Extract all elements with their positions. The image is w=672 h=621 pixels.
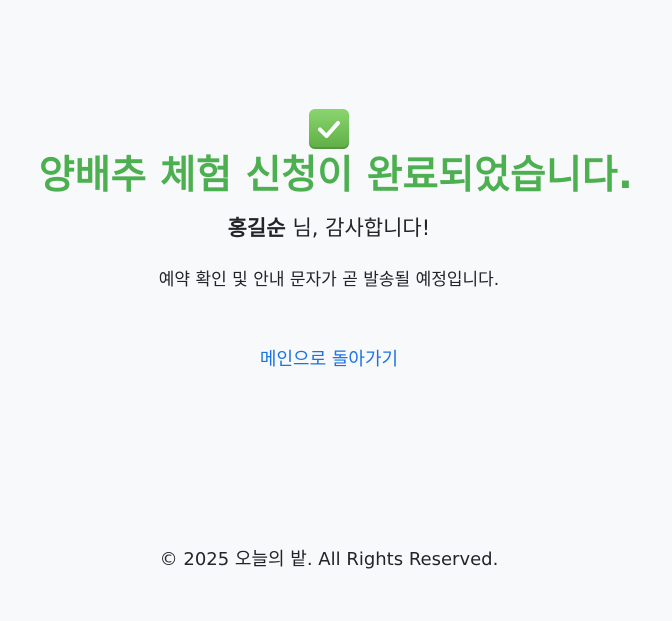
sms-notice: 예약 확인 및 안내 문자가 곧 발송될 예정입니다.	[158, 270, 500, 290]
user-name: 홍길순	[227, 216, 286, 240]
page-title: 양배추 체험 신청이 완료되었습니다.	[39, 153, 633, 198]
confirmation-page: 양배추 체험 신청이 완료되었습니다. 홍길순 님, 감사합니다! 예약 확인 …	[0, 0, 672, 621]
check-mark-icon	[309, 109, 349, 149]
footer-copyright: © 2025 오늘의 밭. All Rights Reserved.	[159, 549, 499, 570]
thanks-suffix: 님, 감사합니다!	[285, 216, 431, 240]
back-to-main-link[interactable]: 메인으로 돌아가기	[0, 346, 658, 374]
back-to-main-label[interactable]: 메인으로 돌아가기	[260, 349, 398, 370]
thanks-message: 홍길순 님, 감사합니다!	[0, 212, 658, 244]
